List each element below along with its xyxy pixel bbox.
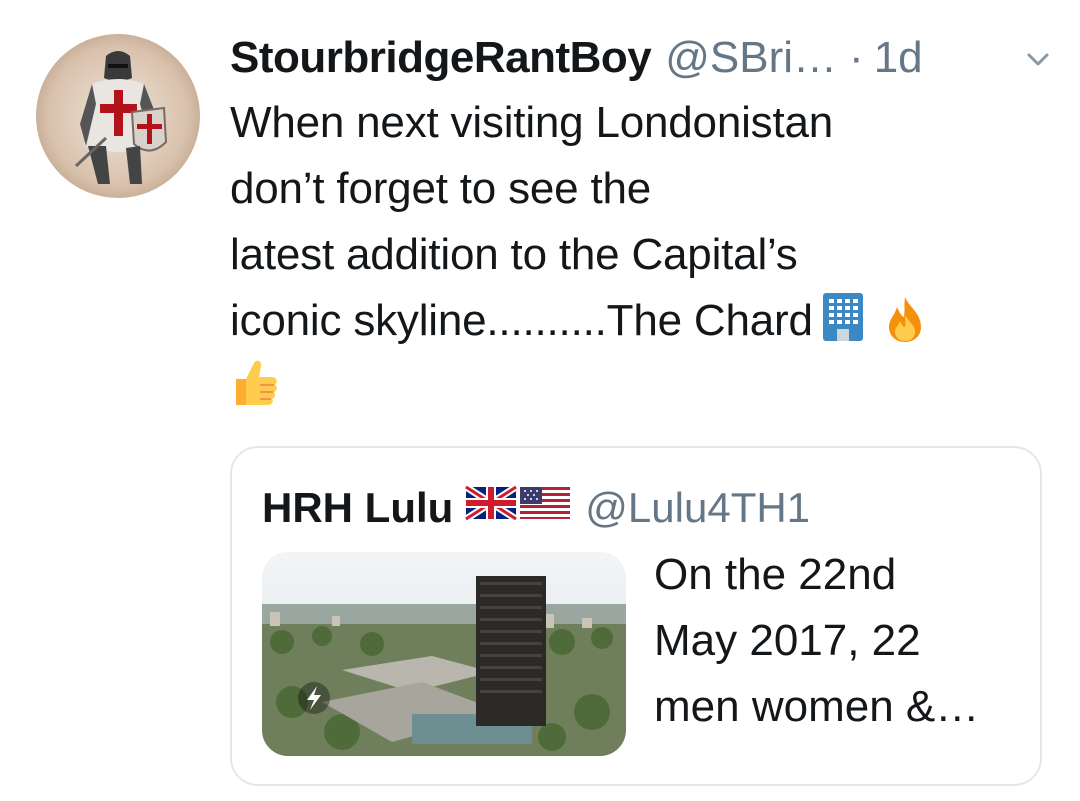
quoted-tweet-card[interactable]: HRH Lulu @Lulu4TH1 On the 22nd May 2017,…	[230, 446, 1042, 786]
quoted-tweet-text: On the 22nd May 2017, 22 men women &…	[654, 542, 1024, 740]
flags	[464, 483, 571, 533]
tweet-text-line: don’t forget to see the	[230, 164, 652, 213]
tweet-text-line: iconic skyline..........The Chard	[230, 296, 813, 345]
quoted-text-line: On the 22nd	[654, 550, 897, 599]
fire-emoji	[885, 295, 925, 362]
us-flag-emoji	[519, 483, 571, 533]
quoted-display-name[interactable]: HRH Lulu	[262, 484, 453, 532]
tweet-text-line-with-emoji: iconic skyline..........The Chard	[230, 288, 1040, 354]
user-handle[interactable]: @SBri…	[665, 28, 837, 88]
thumbs-up-emoji	[230, 355, 280, 428]
tweet-text-line-emoji	[230, 354, 1040, 420]
tower-block-photo[interactable]	[262, 552, 626, 756]
quoted-tweet-header: HRH Lulu @Lulu4TH1	[262, 478, 810, 538]
quoted-text-line: men women &…	[654, 682, 980, 731]
tweet-header: StourbridgeRantBoy @SBri… · 1d	[230, 28, 1060, 88]
separator-dot: ·	[849, 33, 864, 82]
quoted-user-handle[interactable]: @Lulu4TH1	[585, 484, 810, 532]
chevron-down-icon[interactable]	[1024, 46, 1052, 74]
display-name[interactable]: StourbridgeRantBoy	[230, 28, 652, 88]
uk-flag-emoji	[464, 483, 519, 533]
office-building-emoji	[821, 291, 865, 362]
timestamp[interactable]: 1d	[874, 28, 923, 88]
avatar[interactable]	[36, 34, 200, 198]
tweet-text: When next visiting Londonistan don’t for…	[230, 90, 1040, 420]
quoted-text-line: May 2017, 22	[654, 616, 921, 665]
tweet-text-line: latest addition to the Capital’s	[230, 230, 798, 279]
tweet[interactable]: StourbridgeRantBoy @SBri… · 1d When next…	[0, 0, 1080, 801]
tweet-text-line: When next visiting Londonistan	[230, 98, 834, 147]
flash-icon	[298, 682, 330, 714]
